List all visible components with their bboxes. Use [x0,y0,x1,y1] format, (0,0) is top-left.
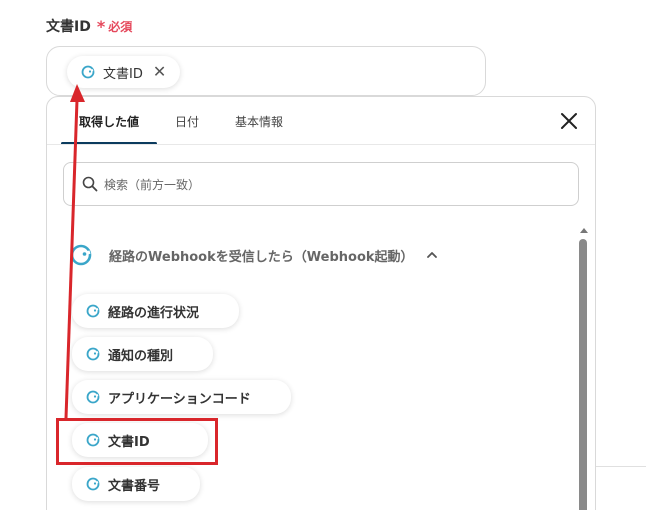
tab-bar: 取得した値 日付 基本情報 [61,97,301,145]
webhook-app-icon [86,477,100,491]
webhook-app-icon [81,65,95,79]
list-item-label: 通知の種別 [108,348,174,364]
remove-chip-icon[interactable]: ✕ [153,64,166,80]
chevron-up-icon[interactable] [426,249,438,261]
tab-basic-info[interactable]: 基本情報 [217,97,301,145]
value-input-field[interactable]: 文書ID ✕ [46,46,486,96]
list-item[interactable]: 文書番号 [72,467,201,501]
highlight-box [56,418,218,465]
scrollbar-thumb[interactable] [579,239,587,510]
search-placeholder: 検索（前方一致） [104,177,201,192]
required-text: 必須 [108,19,133,34]
divider [596,466,646,467]
webhook-app-icon [70,244,92,266]
group-header-label: 経路のWebhookを受信したら（Webhook起動） [109,249,414,265]
webhook-app-icon [86,347,100,361]
tab-date[interactable]: 日付 [157,97,217,145]
webhook-app-icon [86,304,100,318]
webhook-app-icon [86,390,100,404]
list-item-label: 文書番号 [108,478,161,494]
field-label: 文書ID * 必須 [46,16,132,36]
list-item[interactable]: アプリケーションコード [72,380,291,414]
list-item-label: 経路の進行状況 [108,305,200,321]
scrollbar[interactable] [579,225,589,510]
tabs-divider [47,144,595,145]
required-star: * [96,16,106,36]
list-item-label: アプリケーションコード [108,391,251,407]
selected-chip-label: 文書ID [103,66,143,82]
selected-value-chip[interactable]: 文書ID ✕ [67,56,181,88]
list-item[interactable]: 通知の種別 [72,337,214,371]
close-icon[interactable] [559,111,579,131]
list-item[interactable]: 経路の進行状況 [72,294,240,328]
group-header-webhook[interactable]: 経路のWebhookを受信したら（Webhook起動） [69,243,438,267]
search-input[interactable]: 検索（前方一致） [63,162,579,206]
tab-acquired-values[interactable]: 取得した値 [61,97,158,145]
scroll-up-icon[interactable] [579,225,589,235]
search-icon [82,176,98,192]
field-label-text: 文書ID [46,19,91,35]
